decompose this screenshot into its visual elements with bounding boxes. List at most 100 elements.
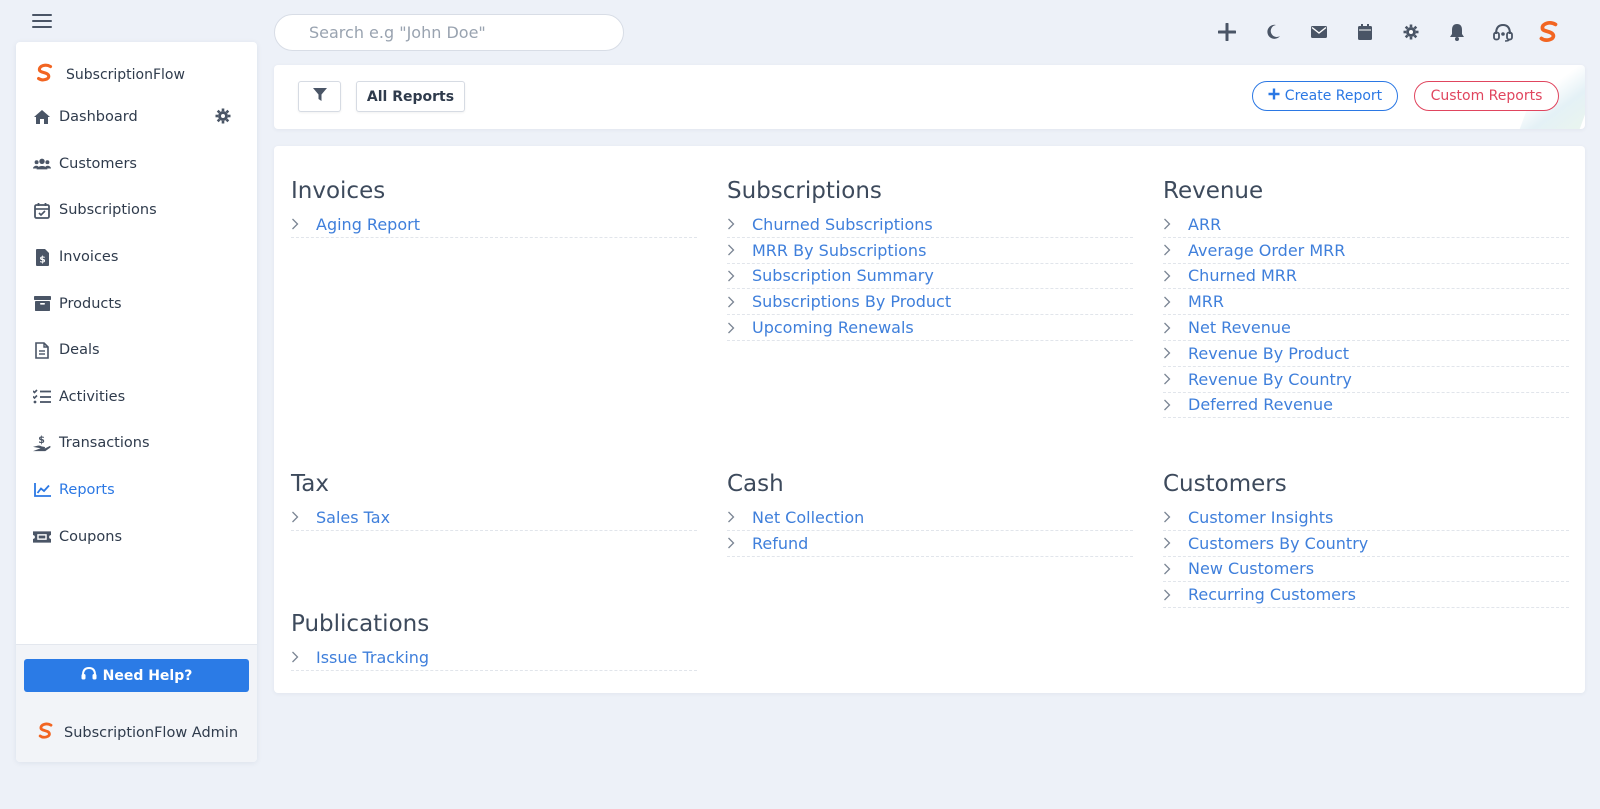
brand-logo-icon [36, 721, 56, 745]
bell-icon[interactable] [1434, 18, 1480, 46]
report-link-label: Net Revenue [1188, 318, 1291, 338]
all-reports-button[interactable]: All Reports [356, 81, 465, 112]
report-list: Sales Tax [291, 505, 697, 531]
calendar-check-icon [33, 201, 51, 219]
report-section-publications: Publications Issue Tracking [291, 609, 697, 671]
report-link-label: New Customers [1188, 559, 1315, 579]
menu-bar [32, 14, 52, 16]
chevron-right-icon [1163, 218, 1188, 230]
report-link-label: Upcoming Renewals [752, 318, 914, 338]
report-link[interactable]: Churned MRR [1163, 264, 1569, 290]
sidebar-item-label: Deals [59, 342, 100, 359]
sidebar-item-label: Customers [59, 155, 137, 172]
calendar-icon[interactable] [1342, 18, 1388, 46]
hamburger-menu-button[interactable] [32, 14, 52, 28]
dashboard-settings-icon[interactable] [215, 108, 231, 128]
chevron-right-icon [727, 244, 752, 256]
sidebar-item-customers[interactable]: Customers [16, 141, 257, 188]
ticket-icon [33, 528, 51, 546]
report-link[interactable]: Customers By Country [1163, 531, 1569, 557]
report-section-invoices: Invoices Aging Report [291, 176, 697, 238]
report-link[interactable]: Upcoming Renewals [727, 315, 1133, 341]
admin-label: SubscriptionFlow Admin [64, 725, 239, 741]
plus-icon[interactable] [1204, 18, 1250, 46]
report-link[interactable]: Revenue By Country [1163, 367, 1569, 393]
sidebar-brand[interactable]: SubscriptionFlow [34, 62, 185, 88]
report-link[interactable]: Subscription Summary [727, 264, 1133, 290]
report-link[interactable]: Refund [727, 531, 1133, 557]
chevron-right-icon [1163, 373, 1188, 385]
report-link[interactable]: Customer Insights [1163, 505, 1569, 531]
section-title: Customers [1163, 471, 1287, 497]
report-link[interactable]: Net Collection [727, 505, 1133, 531]
users-icon [33, 155, 51, 173]
mail-icon[interactable] [1296, 18, 1342, 46]
chevron-right-icon [291, 651, 316, 663]
reports-panel: Invoices Aging Report Subscriptions Chur… [274, 146, 1585, 693]
report-link[interactable]: MRR By Subscriptions [727, 238, 1133, 264]
sidebar-item-subscriptions[interactable]: Subscriptions [16, 187, 257, 234]
section-title: Subscriptions [727, 178, 882, 204]
report-link-label: Customers By Country [1188, 533, 1369, 553]
report-link-label: Sales Tax [316, 507, 391, 527]
chevron-right-icon [1163, 399, 1188, 411]
report-link[interactable]: Subscriptions By Product [727, 289, 1133, 316]
sidebar-item-label: Invoices [59, 249, 119, 266]
chevron-right-icon [727, 218, 752, 230]
archive-box-icon [33, 295, 51, 313]
section-title: Revenue [1163, 178, 1264, 204]
sidebar-item-deals[interactable]: Deals [16, 327, 257, 374]
report-link-label: Revenue By Country [1188, 369, 1352, 389]
menu-bar [32, 26, 52, 28]
report-link[interactable]: MRR [1163, 289, 1569, 316]
document-icon [33, 341, 51, 359]
section-title: Tax [291, 471, 329, 497]
chevron-right-icon [1163, 322, 1188, 334]
report-link[interactable]: Aging Report [291, 212, 697, 238]
report-link[interactable]: Average Order MRR [1163, 238, 1569, 264]
brand-logo-icon[interactable] [1526, 18, 1572, 46]
chevron-right-icon [1163, 244, 1188, 256]
report-link[interactable]: New Customers [1163, 557, 1569, 583]
sidebar-item-transactions[interactable]: $ Transactions [16, 420, 257, 467]
report-link-label: Subscriptions By Product [752, 292, 952, 312]
section-title: Cash [727, 471, 784, 497]
headset-icon[interactable] [1480, 18, 1526, 46]
create-report-button[interactable]: Create Report [1252, 81, 1398, 111]
report-link[interactable]: Issue Tracking [291, 645, 697, 671]
need-help-label: Need Help? [102, 667, 193, 684]
report-link[interactable]: Net Revenue [1163, 315, 1569, 341]
sidebar-item-dashboard[interactable]: Dashboard [16, 94, 257, 141]
report-list: Customer Insights Customers By Country New… [1163, 505, 1569, 609]
sidebar-item-products[interactable]: Products [16, 280, 257, 327]
custom-reports-button[interactable]: Custom Reports [1414, 81, 1559, 111]
report-link[interactable]: Churned Subscriptions [727, 212, 1133, 238]
filter-button[interactable] [298, 81, 341, 112]
sidebar-item-reports[interactable]: Reports [16, 467, 257, 514]
sidebar: SubscriptionFlow Dashboard Customers Sub… [16, 42, 257, 762]
chart-line-icon [33, 481, 51, 499]
chevron-right-icon [727, 537, 752, 549]
gear-icon[interactable] [1388, 18, 1434, 46]
chevron-right-icon [727, 270, 752, 282]
home-icon [33, 108, 51, 126]
report-link[interactable]: Recurring Customers [1163, 582, 1569, 609]
sidebar-item-invoices[interactable]: $ Invoices [16, 234, 257, 281]
sidebar-item-label: Transactions [59, 435, 150, 452]
sidebar-item-activities[interactable]: Activities [16, 374, 257, 421]
admin-account[interactable]: SubscriptionFlow Admin [36, 721, 238, 745]
sidebar-item-coupons[interactable]: Coupons [16, 513, 257, 560]
chevron-right-icon [1163, 511, 1188, 523]
report-link[interactable]: Sales Tax [291, 505, 697, 531]
report-link-label: Churned Subscriptions [752, 214, 933, 234]
report-link-label: Churned MRR [1188, 266, 1298, 286]
chevron-right-icon [291, 218, 316, 230]
moon-icon[interactable] [1250, 18, 1296, 46]
need-help-button[interactable]: Need Help? [24, 659, 249, 692]
top-icon-bar [1204, 18, 1572, 46]
search-input[interactable] [274, 14, 624, 51]
report-link[interactable]: Deferred Revenue [1163, 393, 1569, 419]
report-link[interactable]: Revenue By Product [1163, 341, 1569, 367]
report-link[interactable]: ARR [1163, 212, 1569, 238]
plus-icon [1268, 88, 1280, 104]
